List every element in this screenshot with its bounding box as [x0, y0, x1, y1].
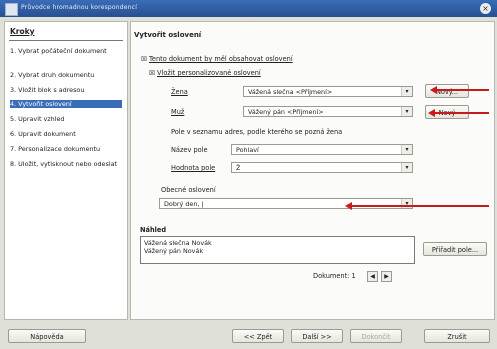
field-name-label: Název pole [171, 146, 208, 154]
male-salutation-select[interactable]: Vážený pán <Příjmení> ▾ [243, 106, 413, 117]
annotation-arrow-general [345, 202, 489, 210]
next-button[interactable]: Další >> [291, 329, 343, 343]
footer-bar: Nápověda << Zpět Další >> Dokončit Zruši… [0, 322, 497, 349]
chevron-down-icon: ▾ [401, 145, 412, 154]
preview-line-2: Vážený pán Novák [144, 247, 204, 255]
title-bar: Průvodce hromadnou korespondencí × [0, 0, 497, 17]
salutation-checkbox[interactable]: ☒ Tento dokument by měl obsahovat oslove… [141, 55, 293, 63]
step-4[interactable]: 4. Vytvořit oslovení [10, 100, 122, 108]
chevron-down-icon: ▾ [401, 163, 412, 172]
general-salutation-select[interactable]: Dobrý den, | ▾ [159, 198, 413, 209]
field-name-select[interactable]: Pohlaví ▾ [231, 144, 413, 155]
general-salutation-label: Obecné oslovení [161, 186, 216, 194]
male-salutation-value: Vážený pán <Příjmení> [248, 108, 324, 116]
field-value-label: Hodnota pole [171, 164, 216, 172]
step-5[interactable]: 5. Upravit vzhled [10, 115, 122, 123]
step-2[interactable]: 2. Vybrat druh dokumentu [10, 71, 122, 79]
field-value-select[interactable]: Ž ▾ [231, 162, 413, 173]
annotation-arrow-female [430, 86, 489, 94]
finish-button[interactable]: Dokončit [350, 329, 402, 343]
step-7[interactable]: 7. Personalizace dokumentu [10, 145, 122, 153]
field-name-value: Pohlaví [236, 146, 259, 154]
close-icon[interactable]: × [480, 3, 491, 14]
document-counter: Dokument: 1 [313, 272, 356, 280]
personalized-checkbox-label: Vložit personalizované oslovení [157, 69, 261, 77]
cancel-button[interactable]: Zrušit [424, 329, 490, 343]
previous-document-icon[interactable]: ◀ [367, 271, 378, 282]
app-icon [5, 3, 18, 16]
window-title: Průvodce hromadnou korespondencí [21, 4, 138, 11]
step-1[interactable]: 1. Vybrat počáteční dokument [10, 47, 122, 55]
personalized-checkbox[interactable]: ☒ Vložit personalizované oslovení [149, 69, 261, 77]
female-salutation-value: Vážená slečna <Příjmení> [248, 88, 333, 96]
steps-heading: Kroky [10, 27, 35, 36]
salutation-checkbox-label: Tento dokument by měl obsahovat oslovení [149, 55, 293, 63]
female-label: Žena [171, 88, 188, 96]
chevron-down-icon: ▾ [401, 87, 412, 96]
steps-panel: Kroky 1. Vybrat počáteční dokument 2. Vy… [4, 21, 128, 320]
steps-divider [9, 40, 123, 41]
assign-fields-button[interactable]: Přiřadit pole... [423, 242, 487, 256]
step-3[interactable]: 3. Vložit blok s adresou [10, 86, 122, 94]
female-salutation-select[interactable]: Vážená slečna <Příjmení> ▾ [243, 86, 413, 97]
help-button[interactable]: Nápověda [8, 329, 86, 343]
preview-label: Náhled [140, 226, 167, 234]
step-8[interactable]: 8. Uložit, vytisknout nebo odeslat [10, 160, 122, 168]
chevron-down-icon: ▾ [401, 107, 412, 116]
page-title: Vytvořit oslovení [134, 31, 202, 39]
male-label: Muž [171, 108, 185, 116]
main-panel: Vytvořit oslovení ☒ Tento dokument by mě… [130, 21, 495, 320]
field-description: Pole v seznamu adres, podle kterého se p… [171, 128, 343, 136]
general-salutation-value: Dobrý den, | [164, 200, 204, 208]
preview-line-1: Vážená slečna Novák [144, 239, 212, 247]
step-6[interactable]: 6. Upravit dokument [10, 130, 122, 138]
annotation-arrow-male [428, 109, 489, 117]
next-document-icon[interactable]: ▶ [381, 271, 392, 282]
preview-box: Vážená slečna Novák Vážený pán Novák [140, 236, 415, 264]
field-value-value: Ž [236, 164, 241, 172]
back-button[interactable]: << Zpět [232, 329, 284, 343]
